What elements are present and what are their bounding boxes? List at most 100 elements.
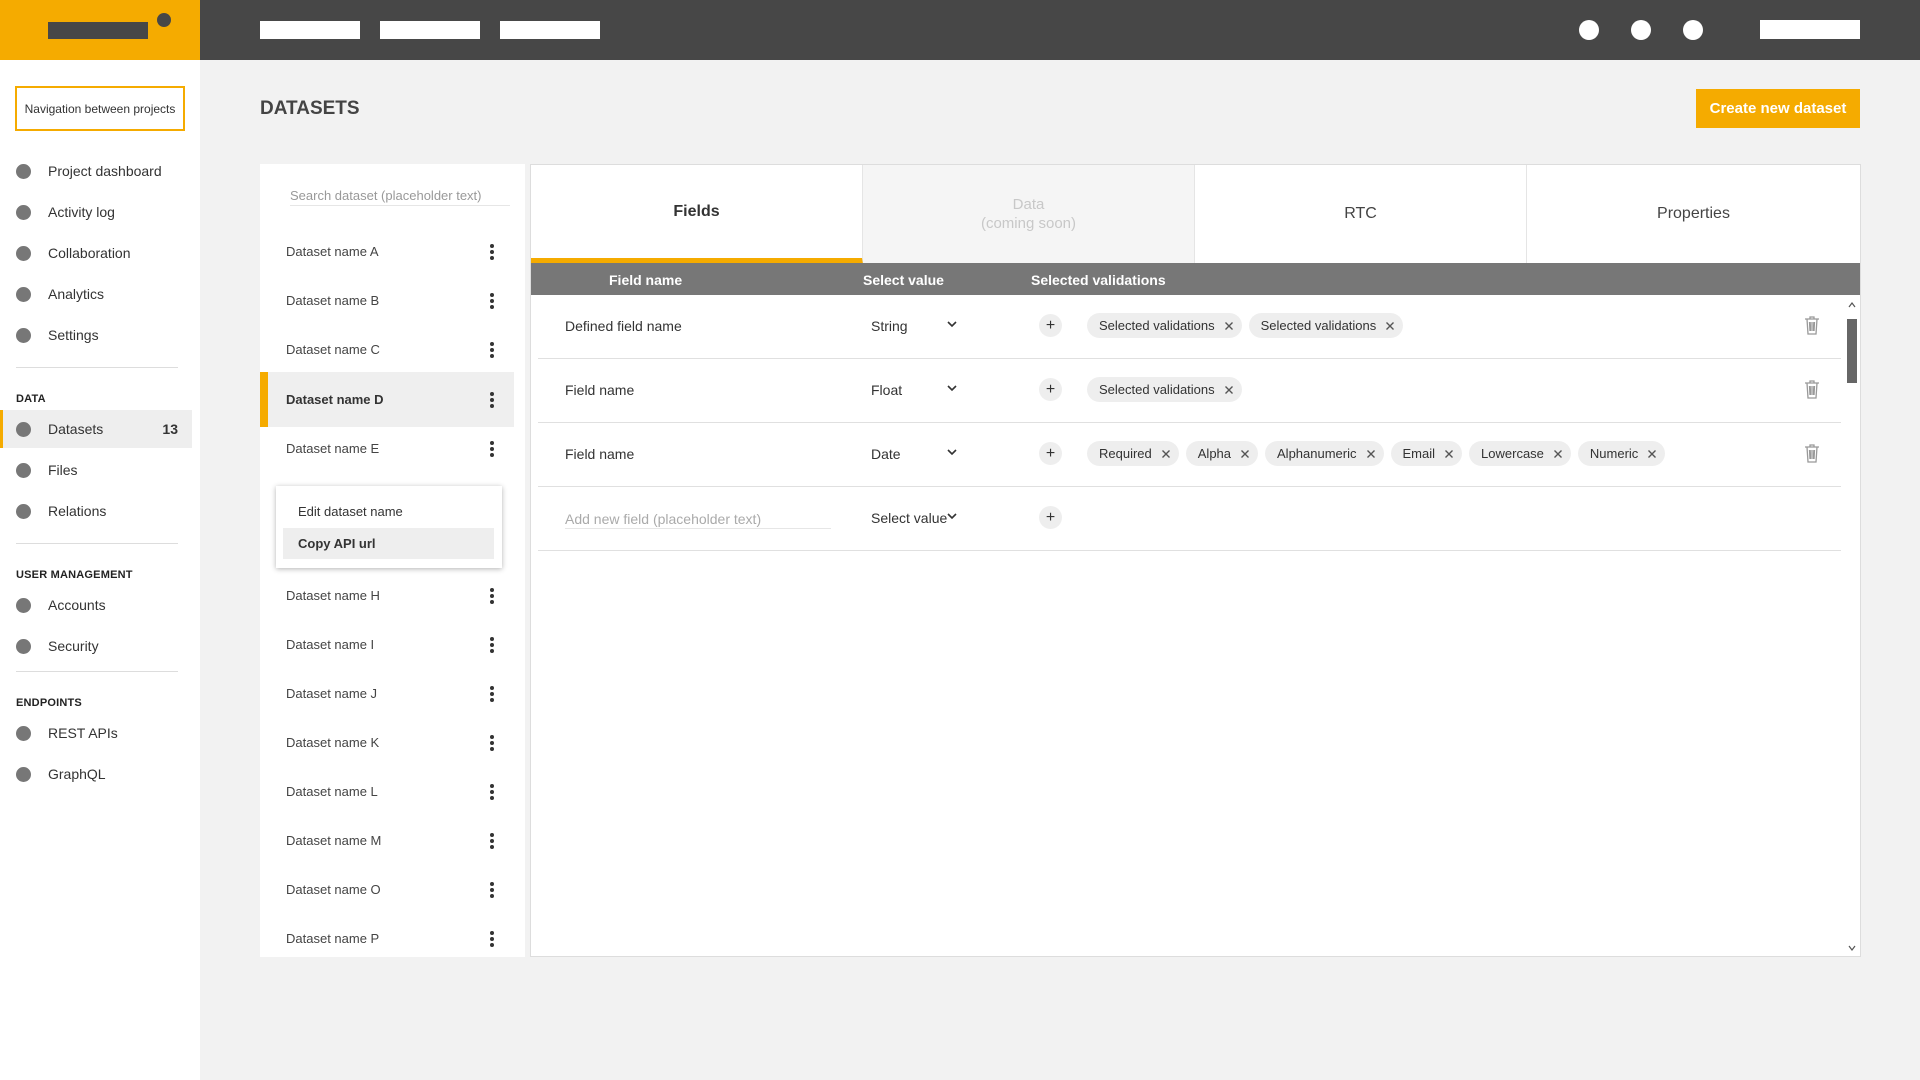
vertical-scrollbar[interactable] xyxy=(1845,297,1859,957)
more-options-icon[interactable] xyxy=(486,440,498,458)
table-row: Field name Float + Selected validations xyxy=(538,359,1841,423)
add-validation-button[interactable]: + xyxy=(1039,442,1062,465)
top-action-icon-2[interactable] xyxy=(1631,20,1651,40)
menu-item-copy-api-url[interactable]: Copy API url xyxy=(283,528,494,559)
datasets-count-badge: 13 xyxy=(162,421,178,437)
dataset-list-item[interactable]: Dataset name O xyxy=(260,862,514,917)
sidebar-item-collaboration[interactable]: Collaboration xyxy=(0,234,192,272)
more-options-icon[interactable] xyxy=(486,783,498,801)
sidebar-item-datasets[interactable]: Datasets 13 xyxy=(0,410,192,448)
close-icon[interactable] xyxy=(1224,321,1234,331)
dataset-list-item[interactable]: Dataset name I xyxy=(260,617,514,672)
trash-icon[interactable] xyxy=(1802,378,1822,400)
trash-icon[interactable] xyxy=(1802,442,1822,464)
top-nav-item-3[interactable] xyxy=(500,21,600,39)
field-type-select[interactable]: Float xyxy=(871,382,902,398)
sidebar-item-activity-log[interactable]: Activity log xyxy=(0,193,192,231)
dataset-search-input[interactable] xyxy=(290,186,510,206)
dataset-name: Dataset name L xyxy=(286,784,378,799)
dataset-name: Dataset name E xyxy=(286,441,380,456)
field-name[interactable]: Defined field name xyxy=(565,318,682,334)
dataset-list-item[interactable]: Dataset name B xyxy=(260,273,514,328)
sidebar-item-accounts[interactable]: Accounts xyxy=(0,586,192,624)
close-icon[interactable] xyxy=(1444,449,1454,459)
user-menu[interactable] xyxy=(1760,20,1860,39)
close-icon[interactable] xyxy=(1647,449,1657,459)
dataset-list-item[interactable]: Dataset name A xyxy=(260,224,514,279)
sidebar-item-files[interactable]: Files xyxy=(0,451,192,489)
close-icon[interactable] xyxy=(1553,449,1563,459)
sidebar-item-security[interactable]: Security xyxy=(0,627,192,665)
close-icon[interactable] xyxy=(1366,449,1376,459)
dataset-name: Dataset name P xyxy=(286,931,380,946)
scroll-down-icon[interactable] xyxy=(1847,943,1857,953)
field-name[interactable]: Field name xyxy=(565,446,634,462)
more-options-icon[interactable] xyxy=(486,341,498,359)
dataset-list-item[interactable]: Dataset name C xyxy=(260,322,514,377)
tab-properties[interactable]: Properties xyxy=(1527,165,1860,263)
circle-icon xyxy=(16,421,31,437)
dataset-list-item[interactable]: Dataset name K xyxy=(260,715,514,770)
create-dataset-button[interactable]: Create new dataset xyxy=(1696,89,1860,128)
close-icon[interactable] xyxy=(1240,449,1250,459)
dataset-list-item[interactable]: Dataset name M xyxy=(260,813,514,868)
logo[interactable] xyxy=(0,0,200,60)
field-type-select[interactable]: String xyxy=(871,318,908,334)
more-options-icon[interactable] xyxy=(486,685,498,703)
sidebar-item-settings[interactable]: Settings xyxy=(0,316,192,354)
sidebar-item-analytics[interactable]: Analytics xyxy=(0,275,192,313)
more-options-icon[interactable] xyxy=(486,930,498,948)
top-action-icon-3[interactable] xyxy=(1683,20,1703,40)
sidebar-item-rest-apis[interactable]: REST APIs xyxy=(0,714,192,752)
project-navigation-button[interactable]: Navigation between projects xyxy=(15,86,185,131)
circle-icon xyxy=(16,597,31,613)
dataset-name: Dataset name D xyxy=(286,392,384,407)
more-options-icon[interactable] xyxy=(486,881,498,899)
tab-rtc[interactable]: RTC xyxy=(1195,165,1527,263)
sidebar-item-project-dashboard[interactable]: Project dashboard xyxy=(0,152,192,190)
tab-label: Data (coming soon) xyxy=(980,195,1077,233)
chip-label: Numeric xyxy=(1589,446,1639,461)
more-options-icon[interactable] xyxy=(486,292,498,310)
top-nav-item-2[interactable] xyxy=(380,21,480,39)
dataset-list-item[interactable]: Dataset name L xyxy=(260,764,514,819)
menu-item-edit-dataset-name[interactable]: Edit dataset name xyxy=(283,496,494,527)
dataset-list-item[interactable]: Dataset name H xyxy=(260,568,514,623)
field-type-select[interactable]: Date xyxy=(871,446,901,462)
close-icon[interactable] xyxy=(1385,321,1395,331)
more-options-icon[interactable] xyxy=(486,587,498,605)
page-title: DATASETS xyxy=(260,98,360,119)
top-nav-item-1[interactable] xyxy=(260,21,360,39)
chevron-down-icon[interactable] xyxy=(946,510,958,522)
circle-icon xyxy=(16,503,31,519)
more-options-icon[interactable] xyxy=(486,832,498,850)
top-action-icon-1[interactable] xyxy=(1579,20,1599,40)
more-options-icon[interactable] xyxy=(486,734,498,752)
sidebar-item-graphql[interactable]: GraphQL xyxy=(0,755,192,793)
tab-fields[interactable]: Fields xyxy=(531,165,863,264)
more-options-icon[interactable] xyxy=(486,243,498,261)
more-options-icon[interactable] xyxy=(486,636,498,654)
chevron-down-icon[interactable] xyxy=(946,318,958,330)
dataset-list-item[interactable]: Dataset name E xyxy=(260,421,514,476)
field-name[interactable]: Field name xyxy=(565,382,634,398)
close-icon[interactable] xyxy=(1161,449,1171,459)
add-field-button[interactable]: + xyxy=(1039,506,1062,529)
scrollbar-thumb[interactable] xyxy=(1847,319,1857,383)
add-validation-button[interactable]: + xyxy=(1039,314,1062,337)
dataset-list-item[interactable]: Dataset name J xyxy=(260,666,514,721)
scroll-up-icon[interactable] xyxy=(1847,300,1857,310)
add-validation-button[interactable]: + xyxy=(1039,378,1062,401)
new-field-type-select[interactable]: Select value xyxy=(871,510,947,526)
validation-chips: Selected validations xyxy=(1087,377,1242,402)
trash-icon[interactable] xyxy=(1802,314,1822,336)
sidebar-item-relations[interactable]: Relations xyxy=(0,492,192,530)
chevron-down-icon[interactable] xyxy=(946,382,958,394)
dataset-list-item[interactable]: Dataset name P xyxy=(260,911,514,957)
close-icon[interactable] xyxy=(1224,385,1234,395)
more-options-icon[interactable] xyxy=(486,391,498,409)
dataset-list-item-selected[interactable]: Dataset name D xyxy=(260,372,514,427)
chevron-down-icon[interactable] xyxy=(946,446,958,458)
new-field-name-input[interactable] xyxy=(565,509,831,529)
sidebar-item-label: Files xyxy=(48,462,78,478)
